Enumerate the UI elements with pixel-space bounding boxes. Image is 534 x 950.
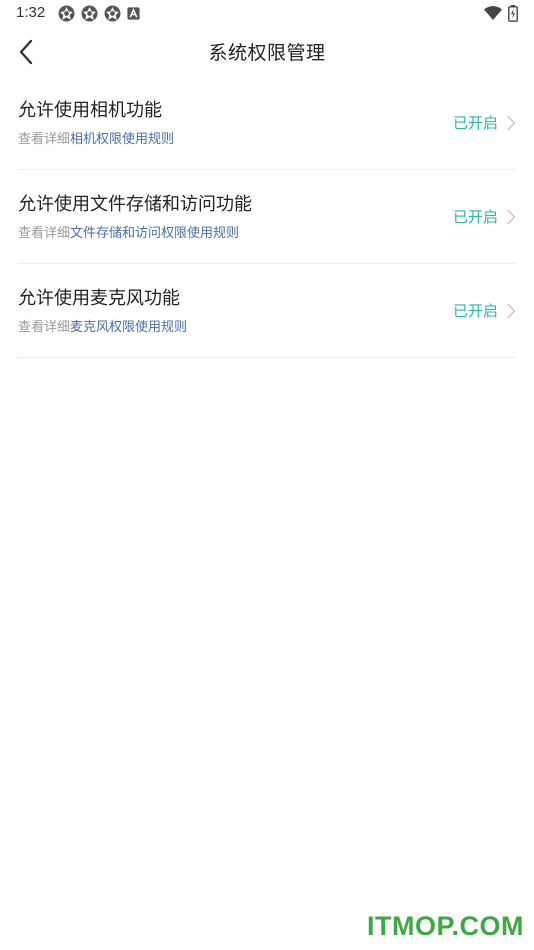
permission-item-microphone[interactable]: 允许使用麦克风功能 查看详细麦克风权限使用规则 已开启 xyxy=(18,264,516,358)
permission-list: 允许使用相机功能 查看详细相机权限使用规则 已开启 允许使用文件存储和访问功能 … xyxy=(18,76,516,358)
status-time: 1:32 xyxy=(16,4,46,21)
permission-description: 查看详细相机权限使用规则 xyxy=(18,128,174,147)
a-notification-icon xyxy=(127,7,140,20)
permission-title: 允许使用相机功能 xyxy=(18,100,162,121)
permission-status[interactable]: 已开启 xyxy=(453,300,516,321)
permission-rule-link[interactable]: 麦克风权限使用规则 xyxy=(70,320,187,335)
chevron-right-icon xyxy=(507,303,516,318)
permission-title: 允许使用文件存储和访问功能 xyxy=(18,194,252,215)
permission-status[interactable]: 已开启 xyxy=(453,206,516,227)
app-notification-icon xyxy=(81,5,98,22)
permission-desc-prefix: 查看详细 xyxy=(18,320,71,335)
status-system-icons xyxy=(484,5,518,22)
battery-icon xyxy=(508,5,518,22)
permission-title: 允许使用麦克风功能 xyxy=(18,288,180,309)
permission-rule-link[interactable]: 相机权限使用规则 xyxy=(70,132,174,147)
permission-status-text: 已开启 xyxy=(452,208,498,226)
permission-rule-link[interactable]: 文件存储和访问权限使用规则 xyxy=(70,226,239,241)
wifi-icon xyxy=(484,6,502,20)
status-notification-icons xyxy=(58,5,140,22)
permission-desc-prefix: 查看详细 xyxy=(18,132,71,147)
permission-status[interactable]: 已开启 xyxy=(453,112,516,133)
chevron-right-icon xyxy=(507,209,516,224)
permission-item-storage[interactable]: 允许使用文件存储和访问功能 查看详细文件存储和访问权限使用规则 已开启 xyxy=(18,170,516,264)
permission-item-camera[interactable]: 允许使用相机功能 查看详细相机权限使用规则 已开启 xyxy=(18,76,516,170)
permission-status-text: 已开启 xyxy=(452,114,498,132)
permission-status-text: 已开启 xyxy=(452,302,498,320)
screen: 1:32 系统权限管理 允许使用相机功能 查看详细相机权限使用规则 已开启 允许… xyxy=(0,0,534,950)
watermark: ITMOP.COM xyxy=(366,911,524,941)
app-notification-icon xyxy=(58,5,75,22)
permission-description: 查看详细文件存储和访问权限使用规则 xyxy=(18,222,239,241)
permission-desc-prefix: 查看详细 xyxy=(18,226,71,241)
app-header: 系统权限管理 xyxy=(0,28,534,74)
app-notification-icon xyxy=(104,5,121,22)
chevron-right-icon xyxy=(507,115,516,130)
permission-description: 查看详细麦克风权限使用规则 xyxy=(18,316,187,335)
status-bar: 1:32 xyxy=(0,0,534,28)
page-title: 系统权限管理 xyxy=(208,42,326,64)
